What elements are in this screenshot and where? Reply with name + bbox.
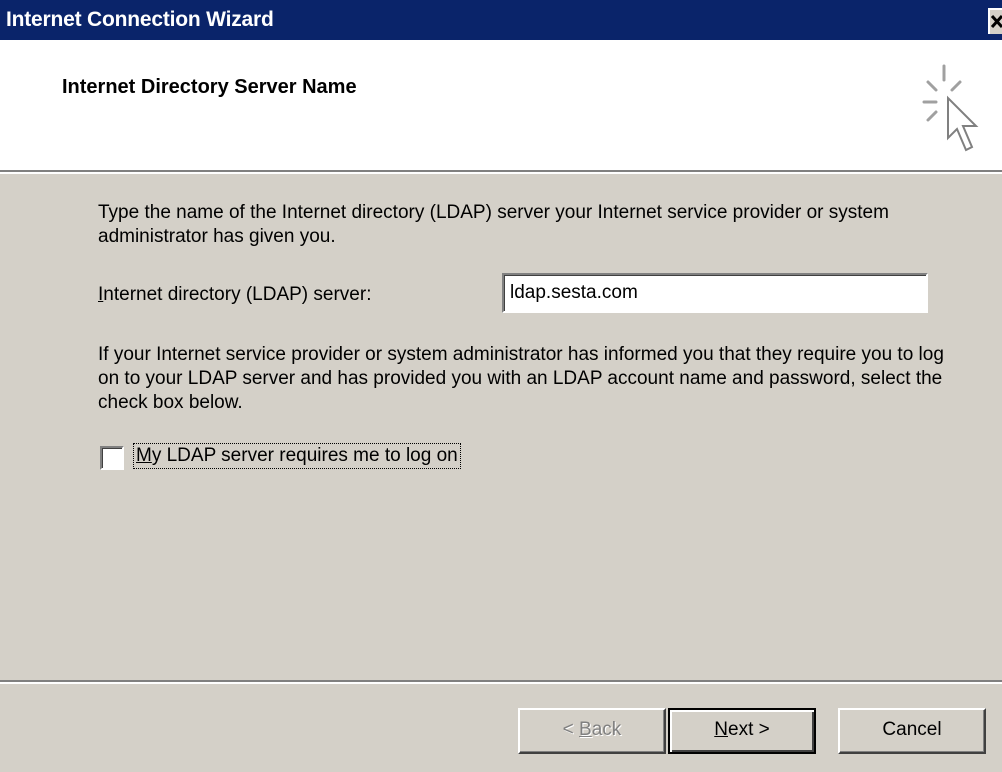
back-button[interactable]: < Back	[518, 708, 666, 754]
intro-text: Type the name of the Internet directory …	[98, 202, 889, 247]
server-label-text: nternet directory (LDAP) server:	[103, 284, 372, 305]
login-required-label[interactable]: My LDAP server requires me to log on	[133, 443, 461, 469]
back-prefix: <	[562, 719, 580, 740]
next-button[interactable]: Next >	[668, 708, 816, 754]
back-accelerator: B	[579, 719, 592, 740]
login-required-checkbox[interactable]	[100, 446, 124, 470]
cancel-button[interactable]: Cancel	[838, 708, 986, 754]
next-text: ext >	[728, 719, 770, 740]
back-text: ack	[591, 719, 622, 740]
next-accelerator: N	[714, 719, 728, 740]
close-icon	[991, 14, 1002, 29]
page-title: Internet Directory Server Name	[62, 76, 357, 98]
header-divider-highlight	[0, 172, 1002, 174]
checkbox-label-text: y LDAP server requires me to log on	[151, 445, 458, 466]
wizard-header: Internet Directory Server Name	[0, 40, 1002, 170]
footer-divider-highlight	[0, 682, 1002, 684]
window-title: Internet Connection Wizard	[6, 8, 274, 31]
title-bar: Internet Connection Wizard	[0, 0, 1002, 40]
wizard-cursor-icon	[922, 64, 979, 152]
close-button[interactable]	[988, 8, 1002, 34]
server-label: Internet directory (LDAP) server:	[98, 283, 371, 307]
info-text: If your Internet service provider or sys…	[98, 344, 944, 413]
checkbox-label-accelerator: M	[136, 445, 152, 466]
ldap-server-input[interactable]	[502, 273, 928, 313]
